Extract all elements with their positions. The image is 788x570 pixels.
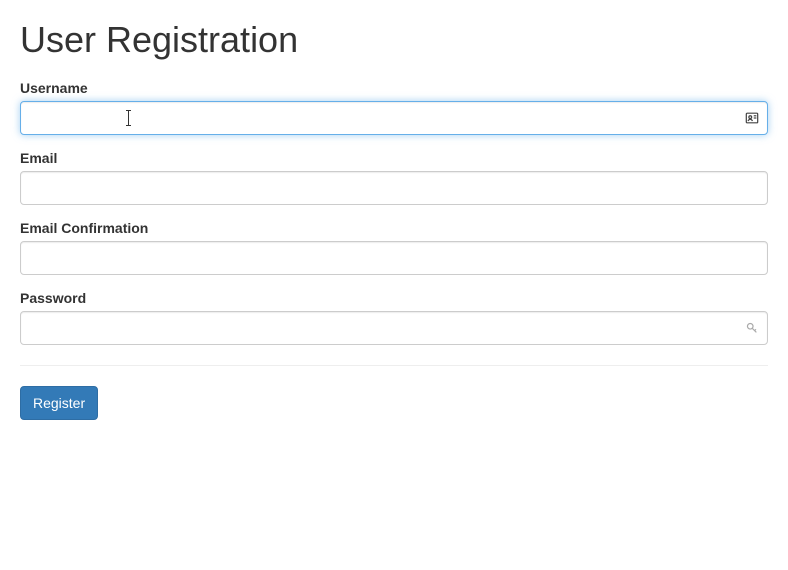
username-group: Username — [20, 80, 768, 135]
email-group: Email — [20, 150, 768, 205]
password-input[interactable] — [20, 311, 768, 345]
password-group: Password — [20, 290, 768, 345]
key-icon[interactable] — [744, 320, 760, 336]
username-input-wrap — [20, 101, 768, 135]
username-label: Username — [20, 80, 768, 96]
register-button[interactable]: Register — [20, 386, 98, 420]
email-label: Email — [20, 150, 768, 166]
password-input-wrap — [20, 311, 768, 345]
page-title: User Registration — [20, 20, 768, 60]
contact-card-icon[interactable] — [744, 110, 760, 126]
email-input[interactable] — [20, 171, 768, 205]
email-confirm-label: Email Confirmation — [20, 220, 768, 236]
divider — [20, 365, 768, 366]
password-label: Password — [20, 290, 768, 306]
username-input[interactable] — [20, 101, 768, 135]
email-confirm-group: Email Confirmation — [20, 220, 768, 275]
registration-form: Username Email Email Confirmation Passwo… — [20, 80, 768, 420]
email-confirm-input[interactable] — [20, 241, 768, 275]
